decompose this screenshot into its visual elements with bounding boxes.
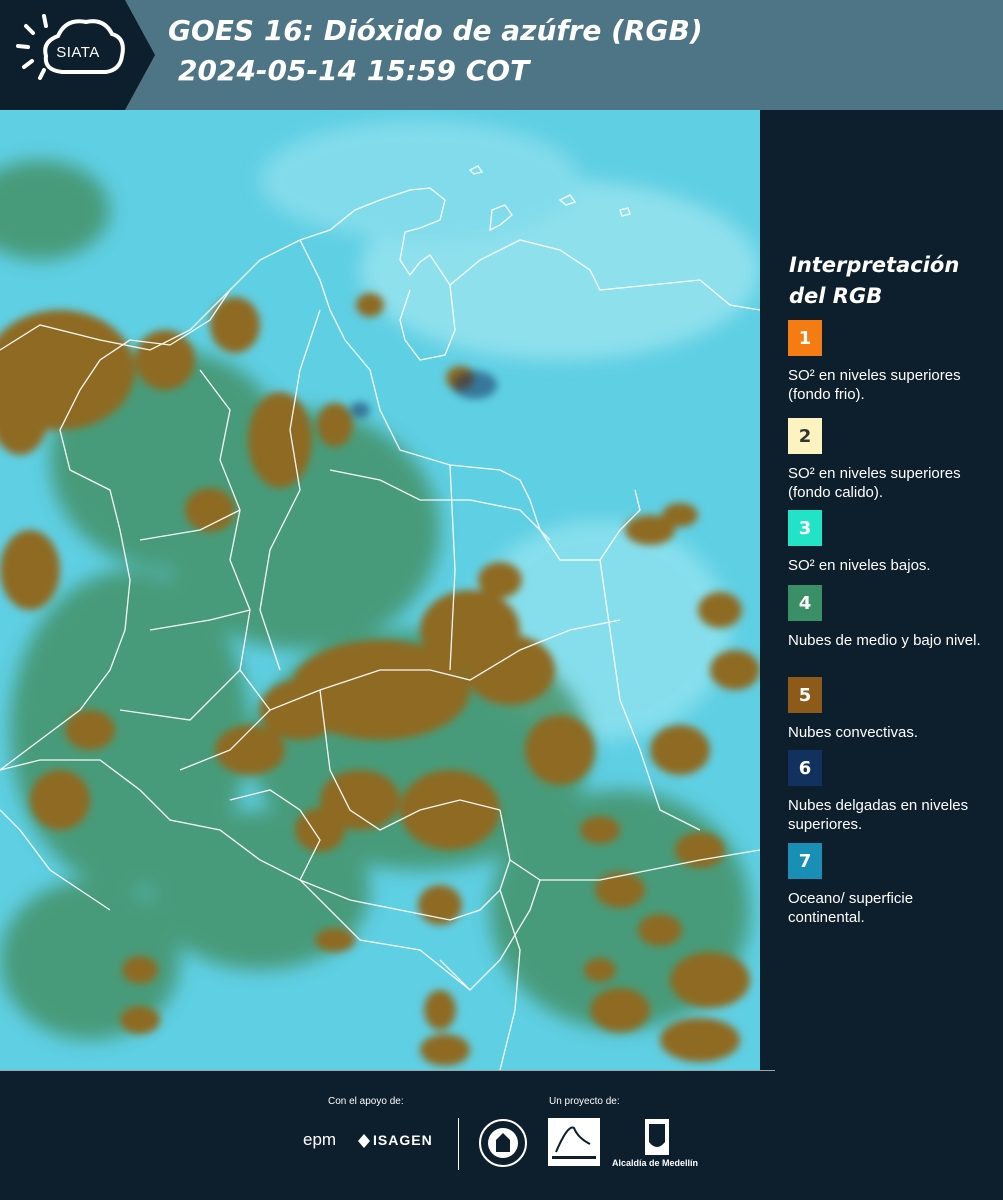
legend-title: Interpretación del RGB <box>789 250 999 312</box>
legend-title-line1: Interpretación <box>789 253 960 277</box>
isagen-logo: ISAGEN <box>373 1132 433 1148</box>
footer-divider <box>458 1118 459 1170</box>
header-bar: SIATA GOES 16: Dióxido de azúfre (RGB) 2… <box>0 0 1003 110</box>
legend-label-1: SO² en niveles superiores (fondo frio). <box>788 367 961 403</box>
legend-label-2: SO² en niveles superiores (fondo calido)… <box>788 465 961 501</box>
area-metropolitana-logo-icon <box>548 1118 600 1166</box>
satellite-image <box>0 120 760 1070</box>
legend-label-6: Nubes delgadas en niveles superiores. <box>788 797 969 833</box>
legend-label-3: SO² en niveles bajos. <box>788 557 931 574</box>
footer-separator <box>0 1070 775 1071</box>
page-title: GOES 16: Dióxido de azúfre (RGB) <box>168 14 703 47</box>
legend-title-line2: del RGB <box>789 284 883 308</box>
epm-logo: epm <box>303 1130 337 1149</box>
page-timestamp: 2024-05-14 15:59 COT <box>178 54 530 87</box>
legend-label-4: Nubes de medio y bajo nivel. <box>788 632 981 649</box>
alcaldia-shield-icon <box>645 1119 669 1155</box>
legend-swatch-7: 7 <box>788 843 822 879</box>
support-label: Con el apoyo de: <box>328 1096 404 1107</box>
footer-bar: Con el apoyo de: Un proyecto de: epm ISA… <box>0 1070 1003 1200</box>
legend-item-3: 3 SO² en niveles bajos. <box>788 510 988 575</box>
legend-item-7: 7 Oceano/ superficie continental. <box>788 843 988 927</box>
legend-label-7: Oceano/ superficie continental. <box>788 890 914 926</box>
legend-swatch-6: 6 <box>788 750 822 786</box>
legend-panel: Interpretación del RGB 1 SO² en niveles … <box>760 110 1003 1070</box>
legend-swatch-1: 1 <box>788 320 822 356</box>
legend-swatch-4: 4 <box>788 585 822 621</box>
project-label: Un proyecto de: <box>549 1096 620 1107</box>
alcaldia-text: Alcaldía de Medellín <box>612 1158 699 1168</box>
legend-swatch-3: 3 <box>788 510 822 546</box>
legend-swatch-2: 2 <box>788 418 822 454</box>
legend-label-5: Nubes convectivas. <box>788 724 919 741</box>
legend-item-5: 5 Nubes convectivas. <box>788 677 988 742</box>
legend-item-6: 6 Nubes delgadas en niveles superiores. <box>788 750 988 834</box>
legend-item-1: 1 SO² en niveles superiores (fondo frio)… <box>788 320 988 404</box>
isagen-mark-icon <box>358 1134 370 1148</box>
legend-item-4: 4 Nubes de medio y bajo nivel. <box>788 585 988 650</box>
medellin-seal-icon <box>479 1119 527 1167</box>
siata-logo-text: SIATA <box>56 44 100 61</box>
legend-swatch-5: 5 <box>788 677 822 713</box>
satellite-map <box>0 110 760 1070</box>
legend-item-2: 2 SO² en niveles superiores (fondo calid… <box>788 418 988 502</box>
